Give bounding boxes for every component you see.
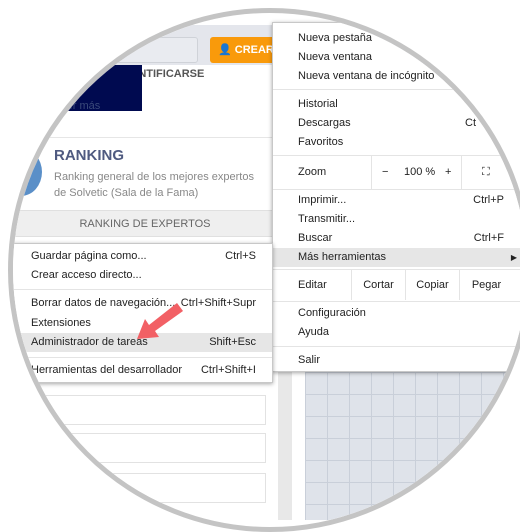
zoom-out-button[interactable]: − [382, 156, 388, 189]
cut-button[interactable]: Cortar [351, 270, 405, 300]
zoom-value: 100 % [404, 166, 436, 178]
content-box [40, 473, 266, 503]
edit-label: Editar [298, 279, 327, 291]
ranking-icon: ? [13, 148, 42, 196]
zoom-controls: − 100 % + [371, 156, 461, 189]
zoom-row: Zoom − 100 % + ⛶ [273, 156, 520, 189]
background-grid [305, 372, 520, 520]
menu-exit[interactable]: Salir [273, 351, 520, 370]
submenu-create-shortcut[interactable]: Crear acceso directo... [13, 266, 272, 285]
ranking-experts-button[interactable]: RANKING DE EXPERTOS [15, 210, 275, 237]
menu-find[interactable]: Buscar Ctrl+F [273, 229, 520, 248]
menu-print[interactable]: Imprimir... Ctrl+P [273, 191, 520, 210]
menu-bookmarks[interactable]: Favoritos [273, 133, 520, 152]
fullscreen-icon[interactable]: ⛶ [461, 156, 520, 189]
menu-more-tools[interactable]: Más herramientas ▶ [273, 248, 520, 267]
menu-settings[interactable]: Configuración [273, 304, 520, 323]
content-box [40, 395, 266, 425]
scrollbar[interactable] [278, 372, 292, 520]
zoom-in-button[interactable]: + [445, 156, 451, 189]
pointer-arrow-icon [137, 303, 183, 339]
copy-button[interactable]: Copiar [405, 270, 459, 300]
user-icon: ▫ [120, 44, 124, 56]
ranking-title: RANKING [54, 147, 124, 164]
zoom-label: Zoom [298, 166, 327, 178]
magnifier-lens: ▫ IDENTIFICARSE 👤 CREAR C ocer más ? RAN… [8, 8, 520, 532]
paste-button[interactable]: Pegar [459, 270, 513, 300]
menu-new-window[interactable]: Nueva ventana [273, 48, 520, 67]
edit-row: Editar Cortar Copiar Pegar [273, 270, 520, 300]
menu-downloads[interactable]: Descargas Ct [273, 114, 520, 133]
menu-new-tab[interactable]: Nueva pestaña [273, 29, 520, 48]
menu-cast[interactable]: Transmitir... [273, 210, 520, 229]
menu-help[interactable]: Ayuda [273, 323, 520, 342]
add-user-icon: 👤 [218, 44, 235, 56]
submenu-save-page[interactable]: Guardar página como... Ctrl+S [13, 247, 272, 266]
divider [13, 137, 280, 138]
login-button[interactable]: ▫ IDENTIFICARSE [105, 37, 204, 80]
menu-history[interactable]: Historial [273, 95, 520, 114]
read-more-link[interactable]: ocer más [55, 100, 100, 112]
submenu-devtools[interactable]: Herramientas del desarrollador Ctrl+Shift… [13, 361, 272, 380]
ranking-description: Ranking general de los mejores expertos … [54, 171, 254, 199]
content-box [40, 433, 266, 463]
menu-incognito[interactable]: Nueva ventana de incógnito [273, 67, 520, 86]
chrome-menu: Nueva pestaña Nueva ventana Nueva ventan… [272, 22, 520, 372]
submenu-arrow-icon: ▶ [510, 253, 517, 262]
